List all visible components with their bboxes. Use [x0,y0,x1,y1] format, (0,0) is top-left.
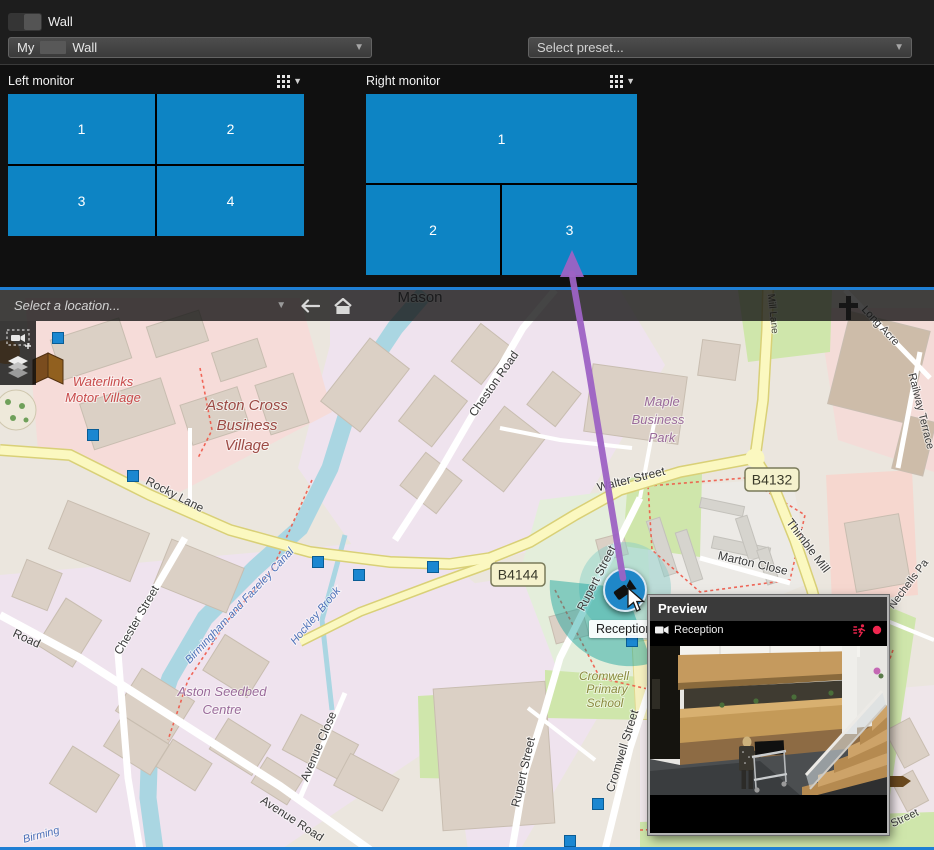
camera-icon [655,625,669,635]
left-monitor-layout-button[interactable]: ▼ [275,74,304,89]
reception-video-image [650,639,887,833]
map-label: Aston Cross [205,397,288,414]
preview-camera-name: Reception [674,624,848,636]
road-ref-badge: B4132 [745,468,799,491]
wall-tile-3[interactable]: 3 [8,166,155,236]
wall-tile-1[interactable]: 1 [366,94,637,183]
camera-marker-dot[interactable] [354,570,365,581]
redacted-brand-box [40,41,66,54]
wall-selector-prefix: My [17,40,34,55]
preview-video-frame [650,639,887,833]
home-button[interactable] [334,298,352,314]
mouse-cursor-icon [626,588,648,619]
chevron-down-icon: ▼ [354,41,364,52]
chevron-down-icon[interactable]: ▼ [276,300,286,311]
chevron-down-icon: ▼ [626,76,635,86]
camera-marker-dot[interactable] [53,333,64,344]
camera-marker-dot[interactable] [313,557,324,568]
right-monitor-panel: Right monitor ▼ 1 2 3 [366,70,637,275]
wall-tile-1[interactable]: 1 [8,94,155,164]
right-monitor-tiles: 1 2 3 [366,94,637,275]
map-label: Primary [586,682,628,696]
grid-layout-icon [277,75,290,88]
layers-tool[interactable] [6,355,30,384]
svg-text:B4132: B4132 [752,472,793,488]
home-icon [334,298,352,314]
map-label: Business [217,417,278,434]
motion-icon [853,624,867,637]
map-label: Waterlinks [73,374,134,389]
wall-selector-dropdown[interactable]: My Wall ▼ [8,37,372,58]
map-label: Cromwell [579,669,629,683]
camera-marker-dot[interactable] [128,471,139,482]
svg-text:B4144: B4144 [498,567,539,583]
wall-tile-2[interactable]: 2 [157,94,304,164]
left-monitor-tiles: 1 2 3 4 [8,94,304,236]
wall-toggle-knob [24,14,41,30]
camera-preview-popup: Preview Reception [648,595,889,835]
roundabout [0,390,36,430]
preset-placeholder: Select preset... [537,40,624,55]
camera-marker-dot[interactable] [88,430,99,441]
select-camera-tool[interactable] [6,329,32,354]
plus-icon [25,343,31,349]
wall-toggle-label: Wall [48,13,73,31]
wall-toggle[interactable] [8,13,42,31]
camera-marker-dot[interactable] [593,799,604,810]
preview-popup-title: Preview [650,597,887,621]
smart-client-window: Wall My Wall ▼ Select preset... ▼ Left m… [0,0,934,850]
left-monitor-panel: Left monitor ▼ 1 2 3 4 [8,70,304,236]
preview-camera-bar: Reception [650,621,887,639]
chevron-down-icon: ▼ [894,41,904,52]
wall-tile-3[interactable]: 3 [502,185,637,275]
left-monitor-title: Left monitor [8,74,74,88]
map-label: Motor Village [65,390,141,405]
right-monitor-title: Right monitor [366,74,440,88]
wall-setup-bar: Wall My Wall ▼ Select preset... ▼ [0,0,934,65]
map-label: Centre [202,702,241,717]
layers-icon [6,355,30,379]
map-label: Aston Seedbed [177,684,268,699]
map-label: Maple [644,394,679,409]
wall-tile-2[interactable]: 2 [366,185,500,275]
map-label: Park [649,430,677,445]
map-label: Village [225,437,270,454]
back-arrow-icon [300,299,320,313]
back-button[interactable] [300,299,320,313]
map-tool-strip [0,321,36,385]
road-ref-badge: B4144 [491,563,545,586]
camera-marker-dot[interactable] [428,562,439,573]
wall-selector-suffix: Wall [72,40,97,55]
wall-tile-4[interactable]: 4 [157,166,304,236]
preset-selector-dropdown[interactable]: Select preset... ▼ [528,37,912,58]
location-search-input[interactable]: Select a location... [14,298,120,313]
map-label: School [587,696,624,710]
camera-marker-dot[interactable] [565,836,576,847]
chevron-down-icon: ▼ [293,76,302,86]
grid-layout-icon [610,75,623,88]
right-monitor-layout-button[interactable]: ▼ [608,74,637,89]
recording-icon [872,625,882,635]
map-toolbar: Select a location... ▼ [0,290,934,321]
camera-icon [11,334,25,342]
map-label: Business [632,412,685,427]
